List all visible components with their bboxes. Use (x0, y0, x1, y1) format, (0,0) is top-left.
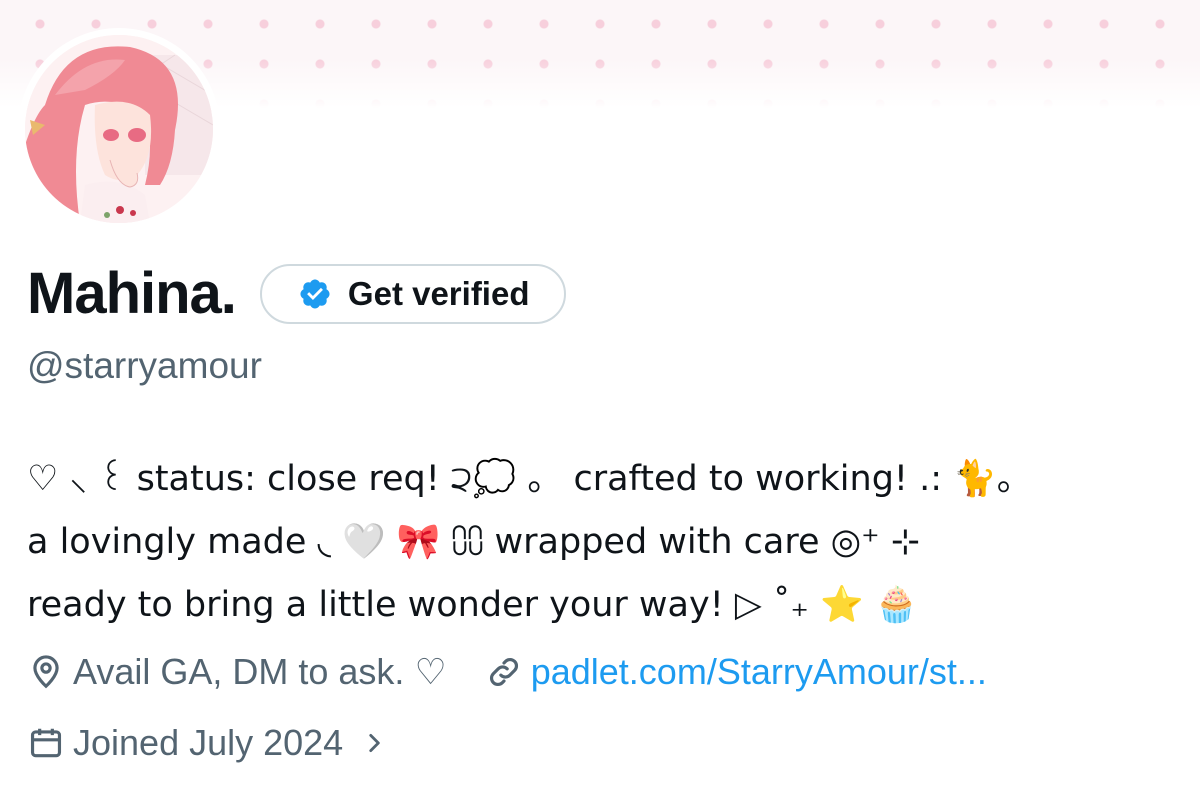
bio-line: ready to bring a little wonder your way!… (27, 585, 919, 625)
website-link[interactable]: padlet.com/StarryAmour/st... (531, 651, 987, 693)
joined-row: Joined July 2024 (27, 722, 387, 764)
link-icon (485, 653, 523, 691)
joined-text: Joined July 2024 (73, 722, 344, 763)
avatar-illustration (25, 35, 213, 223)
verified-badge-icon (298, 277, 332, 311)
bio-line: a lovingly made ◟ 🤍 🎀 ⩇⩇ wrapped with ca… (27, 522, 921, 562)
get-verified-button[interactable]: Get verified (259, 264, 566, 324)
chevron-right-icon[interactable] (361, 730, 387, 756)
website-item[interactable]: padlet.com/StarryAmour/st... (485, 651, 987, 693)
display-name: Mahina. (27, 261, 237, 326)
avatar[interactable] (25, 35, 213, 223)
name-row: Mahina. Get verified (27, 258, 566, 330)
get-verified-label: Get verified (347, 275, 530, 312)
bio: ♡ ⸜ ꒰ status: close req! ੨💭 。 crafted to… (27, 448, 1177, 637)
location-item: Avail GA, DM to ask. ♡ (27, 651, 447, 693)
bio-line: ♡ ⸜ ꒰ status: close req! ੨💭 。 crafted to… (27, 459, 1032, 499)
location-pin-icon (27, 653, 65, 691)
user-handle: @starryamour (27, 345, 262, 386)
joined-item[interactable]: Joined July 2024 (27, 722, 387, 764)
location-text: Avail GA, DM to ask. ♡ (73, 651, 447, 692)
profile-page: Mahina. Get verified @starryamour ♡ ⸜ ꒰ … (0, 0, 1200, 793)
profile-meta-row: Avail GA, DM to ask. ♡ padlet.com/Starry… (27, 651, 987, 693)
calendar-icon (27, 724, 65, 762)
